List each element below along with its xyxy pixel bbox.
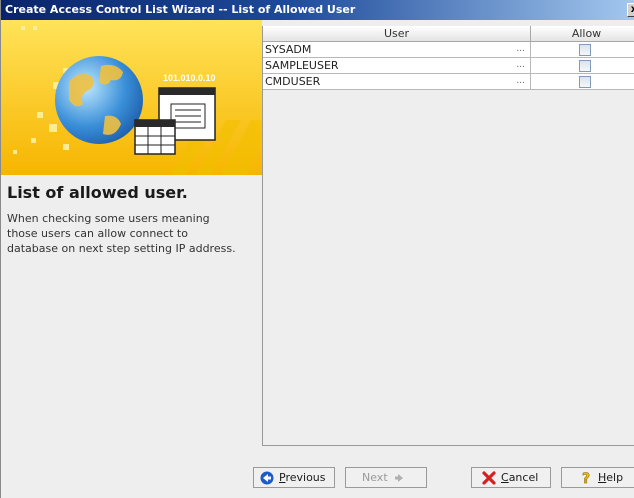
- arrow-right-icon: [395, 474, 403, 482]
- table-row[interactable]: SAMPLEUSER ...: [263, 58, 634, 74]
- window-title: Create Access Control List Wizard -- Lis…: [5, 3, 356, 16]
- previous-button[interactable]: Previous: [253, 467, 335, 488]
- allow-checkbox[interactable]: [579, 76, 591, 88]
- user-cell[interactable]: SYSADM ...: [263, 42, 531, 58]
- title-bar: Create Access Control List Wizard -- Lis…: [1, 0, 634, 20]
- wizard-side-panel: 101.010.0.10 List of allowed user. When …: [1, 20, 262, 498]
- help-question-icon: ?: [582, 471, 591, 485]
- close-button[interactable]: x: [627, 3, 634, 17]
- allow-checkbox[interactable]: [579, 60, 591, 72]
- ellipsis-button[interactable]: ...: [516, 42, 525, 57]
- allow-cell: [531, 42, 634, 58]
- wizard-banner-image: 101.010.0.10: [1, 20, 262, 175]
- allow-cell: [531, 74, 634, 90]
- svg-text:?: ?: [582, 471, 590, 485]
- cancel-label-mnemonic: C: [501, 471, 509, 484]
- column-header-user[interactable]: User: [263, 26, 531, 42]
- wizard-window: Create Access Control List Wizard -- Lis…: [0, 0, 634, 498]
- allow-cell: [531, 58, 634, 74]
- step-heading: List of allowed user.: [7, 183, 188, 202]
- user-table: User Allow SYSADM ... SAMPLEUSER ... CMD…: [262, 26, 634, 446]
- step-description: When checking some users meaning those u…: [7, 212, 236, 255]
- cancel-button[interactable]: Cancel: [471, 467, 551, 488]
- next-button[interactable]: Next: [345, 467, 427, 488]
- user-cell[interactable]: CMDUSER ...: [263, 74, 531, 90]
- ellipsis-button[interactable]: ...: [516, 58, 525, 73]
- globe-icon: [55, 56, 143, 144]
- cancel-x-icon: [482, 471, 496, 485]
- ip-address-text: 101.010.0.10: [163, 73, 216, 83]
- table-row[interactable]: SYSADM ...: [263, 42, 634, 58]
- database-table-icon: [134, 119, 176, 155]
- allow-checkbox[interactable]: [579, 44, 591, 56]
- next-label: Next: [362, 471, 388, 484]
- user-cell[interactable]: SAMPLEUSER ...: [263, 58, 531, 74]
- ellipsis-button[interactable]: ...: [516, 74, 525, 89]
- table-row[interactable]: CMDUSER ...: [263, 74, 634, 90]
- banner-illustration: 101.010.0.10: [1, 20, 262, 175]
- help-label: elp: [606, 471, 624, 484]
- cancel-label: ancel: [508, 471, 539, 484]
- column-header-allow[interactable]: Allow: [531, 26, 634, 42]
- arrow-left-icon: [260, 471, 274, 485]
- previous-label: revious: [285, 471, 326, 484]
- user-name: SYSADM: [265, 43, 312, 56]
- user-name: SAMPLEUSER: [265, 59, 339, 72]
- help-button[interactable]: ? Help: [561, 467, 634, 488]
- user-name: CMDUSER: [265, 75, 321, 88]
